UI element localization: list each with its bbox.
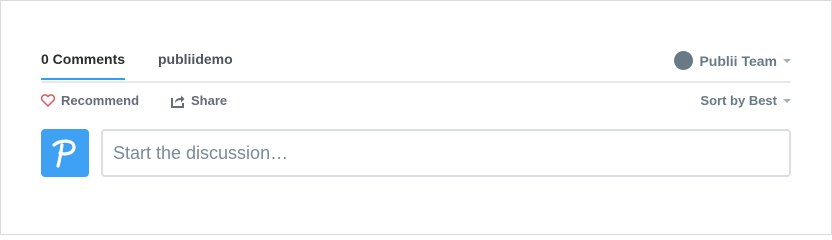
heart-icon xyxy=(41,94,55,107)
composer: Start the discussion… xyxy=(41,129,791,177)
chevron-down-icon xyxy=(783,58,791,63)
user-menu[interactable]: Publii Team xyxy=(674,51,791,70)
recommend-button[interactable]: Recommend xyxy=(41,93,139,108)
user-name: Publii Team xyxy=(699,52,777,69)
comments-widget: 0 Comments publiidemo Publii Team Recomm… xyxy=(0,0,832,235)
sort-dropdown[interactable]: Sort by Best xyxy=(700,93,791,108)
user-avatar-icon xyxy=(674,51,694,70)
discussion-placeholder: Start the discussion… xyxy=(113,142,289,163)
tab-site[interactable]: publiidemo xyxy=(158,51,233,67)
discussion-input[interactable]: Start the discussion… xyxy=(101,129,791,177)
chevron-down-icon xyxy=(783,98,791,103)
share-icon xyxy=(171,95,185,108)
tabs-bar: 0 Comments publiidemo Publii Team xyxy=(41,45,791,83)
share-button[interactable]: Share xyxy=(171,93,227,108)
recommend-label: Recommend xyxy=(61,93,140,108)
publii-logo-icon xyxy=(41,129,89,177)
sort-label: Sort by Best xyxy=(700,93,777,108)
tab-comments[interactable]: 0 Comments xyxy=(41,51,126,80)
share-label: Share xyxy=(191,93,228,108)
actions-bar: Recommend Share Sort by Best xyxy=(41,91,791,113)
